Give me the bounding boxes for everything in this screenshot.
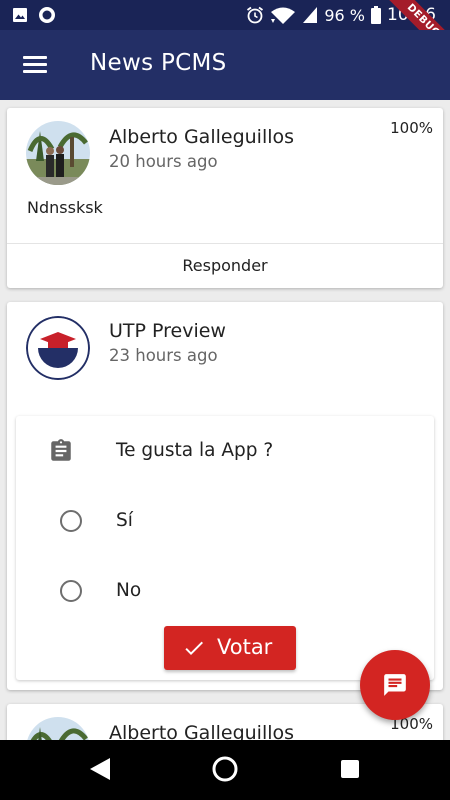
post-author: UTP Preview (109, 320, 226, 342)
poll-question: Te gusta la App ? (116, 440, 274, 461)
message-icon (384, 674, 406, 696)
system-nav-bar (0, 740, 450, 800)
battery-percent: 96 % (324, 5, 365, 25)
post-author: Alberto Galleguillos (109, 126, 295, 148)
recents-icon[interactable] (340, 759, 360, 779)
battery-icon (371, 6, 381, 24)
new-message-button[interactable] (360, 650, 430, 720)
poll-card: UTP Preview 23 hours ago Te gusta la App… (7, 302, 443, 690)
post-percent: 100% (390, 119, 433, 137)
reply-button[interactable]: Responder (7, 244, 443, 288)
post-time: 23 hours ago (109, 346, 218, 365)
poll-option-label: No (116, 580, 142, 601)
record-icon (39, 7, 55, 23)
poll: Te gusta la App ? Sí No Votar (16, 416, 434, 680)
check-icon (185, 641, 203, 655)
back-icon[interactable] (88, 756, 112, 782)
clipboard-icon (51, 439, 71, 461)
radio-icon[interactable] (60, 580, 82, 602)
status-bar: 96 % 10:36 DEBUG (0, 0, 450, 67)
poll-option-si[interactable]: Sí (16, 498, 434, 548)
post-time: 20 hours ago (109, 152, 218, 171)
vote-label: Votar (217, 635, 273, 659)
radio-icon[interactable] (60, 510, 82, 532)
alarm-icon (247, 6, 264, 24)
post-card: Alberto Galleguillos 20 hours ago 100% N… (7, 108, 443, 288)
image-icon (13, 8, 27, 22)
poll-option-no[interactable]: No (16, 568, 434, 618)
signal-icon (303, 7, 318, 23)
home-icon[interactable] (211, 755, 239, 783)
page-title: News PCMS (90, 50, 227, 76)
poll-option-label: Sí (116, 510, 133, 531)
app-bar: News PCMS (0, 30, 450, 100)
avatar[interactable] (26, 121, 90, 185)
menu-icon[interactable] (18, 51, 52, 79)
wifi-icon (271, 7, 296, 24)
avatar[interactable] (26, 316, 90, 380)
post-text: Ndnssksk (27, 198, 103, 217)
vote-button[interactable]: Votar (164, 626, 296, 670)
